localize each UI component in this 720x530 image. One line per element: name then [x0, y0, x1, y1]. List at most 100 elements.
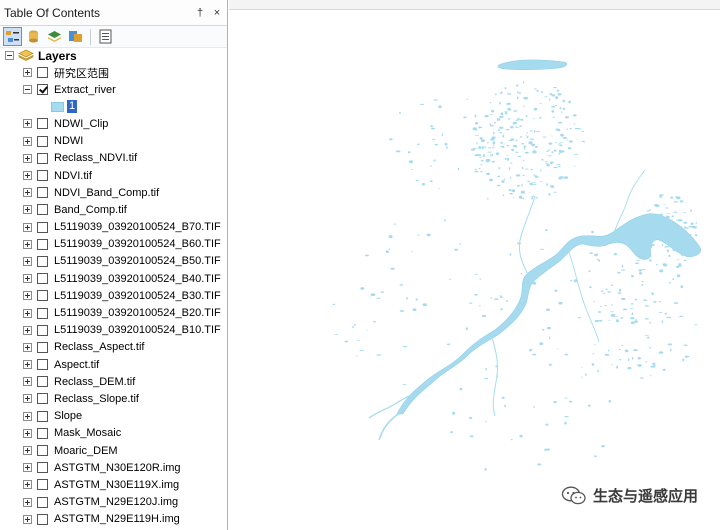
layer-row[interactable]: NDVI.tif [0, 167, 227, 184]
layer-visibility-checkbox[interactable] [37, 410, 48, 422]
layers-root[interactable]: Layers [0, 47, 227, 64]
layer-row[interactable]: L5119039_03920100524_B40.TIF [0, 270, 227, 287]
layer-row[interactable]: Slope [0, 408, 227, 425]
expand-toggle[interactable] [23, 68, 32, 78]
pond [505, 128, 510, 131]
expand-toggle[interactable] [23, 446, 32, 456]
layer-row[interactable]: ASTGTM_N30E120R.img [0, 459, 227, 476]
expand-toggle[interactable] [23, 411, 32, 421]
pond [635, 319, 638, 321]
pond [676, 219, 678, 221]
layer-visibility-checkbox[interactable] [37, 445, 48, 457]
map-view[interactable]: 生态与遥感应用 [229, 0, 720, 530]
expand-toggle[interactable] [23, 342, 32, 352]
layer-visibility-checkbox[interactable] [37, 273, 48, 285]
pond [421, 182, 426, 186]
layer-row[interactable]: Mask_Mosaic [0, 425, 227, 442]
options-icon[interactable] [96, 27, 115, 46]
pond [469, 435, 474, 438]
layer-visibility-checkbox[interactable] [37, 84, 48, 96]
layer-visibility-checkbox[interactable] [37, 359, 48, 371]
list-by-source-icon[interactable] [24, 27, 43, 46]
layer-visibility-checkbox[interactable] [37, 376, 48, 388]
layer-row[interactable]: L5119039_03920100524_B50.TIF [0, 253, 227, 270]
layer-visibility-checkbox[interactable] [37, 152, 48, 164]
expand-toggle[interactable] [23, 480, 32, 490]
expand-toggle[interactable] [23, 188, 32, 198]
layer-visibility-checkbox[interactable] [37, 307, 48, 319]
layer-visibility-checkbox[interactable] [37, 187, 48, 199]
pin-icon[interactable]: † [193, 7, 207, 19]
layer-visibility-checkbox[interactable] [37, 204, 48, 216]
expand-toggle[interactable] [23, 153, 32, 163]
expand-toggle[interactable] [23, 497, 32, 507]
layer-row[interactable]: Reclass_NDVI.tif [0, 150, 227, 167]
expand-toggle[interactable] [23, 274, 32, 284]
expand-toggle[interactable] [23, 239, 32, 249]
expand-toggle[interactable] [23, 205, 32, 215]
list-by-drawing-order-icon[interactable] [3, 27, 22, 46]
layer-visibility-checkbox[interactable] [37, 170, 48, 182]
expand-toggle[interactable] [23, 171, 32, 181]
collapse-toggle[interactable] [23, 85, 32, 95]
layer-row[interactable]: L5119039_03920100524_B60.TIF [0, 236, 227, 253]
layer-legend[interactable]: 1 [0, 98, 227, 115]
layer-row[interactable]: L5119039_03920100524_B20.TIF [0, 304, 227, 321]
layer-visibility-checkbox[interactable] [37, 255, 48, 267]
layer-row[interactable]: NDVI_Band_Comp.tif [0, 184, 227, 201]
layer-row[interactable]: NDWI [0, 133, 227, 150]
expand-toggle[interactable] [23, 514, 32, 524]
layer-visibility-checkbox[interactable] [37, 393, 48, 405]
layer-row[interactable]: L5119039_03920100524_B70.TIF [0, 219, 227, 236]
layer-visibility-checkbox[interactable] [37, 462, 48, 474]
layer-row[interactable]: L5119039_03920100524_B10.TIF [0, 322, 227, 339]
layer-row[interactable]: Reclass_Slope.tif [0, 390, 227, 407]
layer-row[interactable]: ASTGTM_N29E119H.img [0, 511, 227, 528]
expand-toggle[interactable] [23, 119, 32, 129]
expand-toggle[interactable] [23, 308, 32, 318]
layer-row[interactable]: Reclass_Aspect.tif [0, 339, 227, 356]
layer-visibility-checkbox[interactable] [37, 118, 48, 130]
layer-visibility-checkbox[interactable] [37, 341, 48, 353]
layer-row[interactable]: ASTGTM_N29E120J.img [0, 494, 227, 511]
layer-row[interactable]: ASTGTM_N30E119X.img [0, 476, 227, 493]
layer-row[interactable]: NDWI_Clip [0, 115, 227, 132]
layer-visibility-checkbox[interactable] [37, 496, 48, 508]
collapse-toggle[interactable] [5, 51, 14, 60]
expand-toggle[interactable] [23, 360, 32, 370]
layer-visibility-checkbox[interactable] [37, 427, 48, 439]
layer-row[interactable]: Moaric_DEM [0, 442, 227, 459]
layer-row[interactable]: L5119039_03920100524_B30.TIF [0, 287, 227, 304]
layer-visibility-checkbox[interactable] [37, 479, 48, 491]
list-by-selection-icon[interactable] [66, 27, 85, 46]
expand-toggle[interactable] [23, 428, 32, 438]
layer-row[interactable]: Reclass_DEM.tif [0, 373, 227, 390]
legend-swatch[interactable] [51, 101, 64, 112]
pond [605, 288, 608, 291]
layer-visibility-checkbox[interactable] [37, 324, 48, 336]
pond [642, 269, 646, 271]
expand-toggle[interactable] [23, 256, 32, 266]
expand-toggle[interactable] [23, 291, 32, 301]
pond [480, 171, 484, 173]
layer-row[interactable]: Extract_river [0, 81, 227, 98]
layer-visibility-checkbox[interactable] [37, 238, 48, 250]
pond [652, 362, 656, 366]
layer-visibility-checkbox[interactable] [37, 67, 48, 79]
layer-row[interactable]: 研究区范围 [0, 64, 227, 81]
expand-toggle[interactable] [23, 394, 32, 404]
expand-toggle[interactable] [23, 463, 32, 473]
layer-visibility-checkbox[interactable] [37, 290, 48, 302]
layer-visibility-checkbox[interactable] [37, 221, 48, 233]
layer-row[interactable]: Band_Comp.tif [0, 201, 227, 218]
expand-toggle[interactable] [23, 136, 32, 146]
expand-toggle[interactable] [23, 222, 32, 232]
expand-toggle[interactable] [23, 377, 32, 387]
layer-visibility-checkbox[interactable] [37, 135, 48, 147]
expand-toggle[interactable] [23, 325, 32, 335]
layer-visibility-checkbox[interactable] [37, 513, 48, 525]
list-by-visibility-icon[interactable] [45, 27, 64, 46]
close-icon[interactable]: × [210, 7, 224, 19]
layer-row[interactable]: Aspect.tif [0, 356, 227, 373]
pond [591, 230, 594, 234]
